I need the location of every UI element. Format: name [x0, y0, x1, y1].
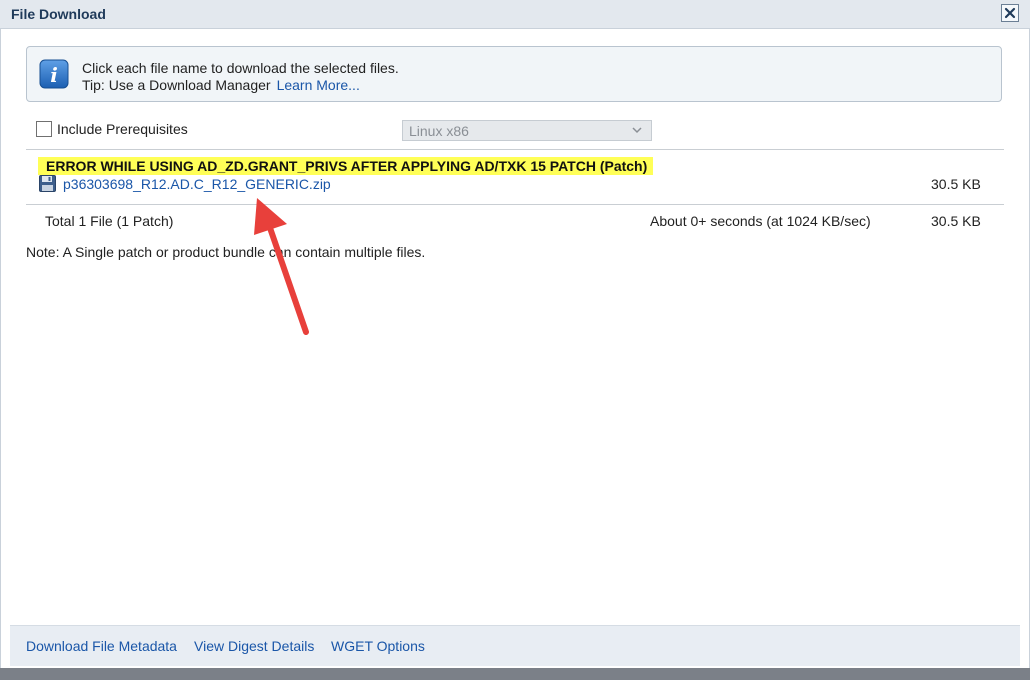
- info-box: i Click each file name to download the s…: [26, 46, 1002, 102]
- wget-options-link[interactable]: WGET Options: [331, 638, 425, 654]
- total-files: Total 1 File (1 Patch): [45, 213, 174, 229]
- title-bar: File Download: [0, 0, 1030, 29]
- learn-more-link[interactable]: Learn More...: [277, 77, 360, 93]
- close-icon: [1004, 7, 1016, 19]
- view-digest-details-link[interactable]: View Digest Details: [194, 638, 314, 654]
- divider-middle: [26, 204, 1004, 205]
- info-instruction: Click each file name to download the sel…: [82, 60, 399, 76]
- include-prerequisites[interactable]: Include Prerequisites: [36, 121, 188, 137]
- total-size: 30.5 KB: [931, 213, 981, 229]
- platform-selected-value: Linux x86: [409, 123, 469, 139]
- info-icon: i: [39, 59, 69, 89]
- window-bottom-edge: [0, 668, 1030, 680]
- info-tip: Tip: Use a Download Manager Learn More...: [82, 77, 360, 93]
- file-download-link[interactable]: p36303698_R12.AD.C_R12_GENERIC.zip: [63, 176, 331, 192]
- download-estimate: About 0+ seconds (at 1024 KB/sec): [650, 213, 871, 229]
- close-button[interactable]: [1001, 4, 1019, 22]
- footer-bar: Download File Metadata View Digest Detai…: [10, 625, 1020, 666]
- include-prerequisites-checkbox[interactable]: [36, 121, 52, 137]
- download-file-metadata-link[interactable]: Download File Metadata: [26, 638, 177, 654]
- chevron-down-icon: [632, 127, 642, 134]
- red-arrow-icon: [254, 198, 309, 335]
- divider-top: [26, 149, 1004, 150]
- platform-select[interactable]: Linux x86: [402, 120, 652, 141]
- include-prerequisites-label: Include Prerequisites: [57, 121, 188, 137]
- svg-text:i: i: [50, 63, 58, 87]
- patch-title: ERROR WHILE USING AD_ZD.GRANT_PRIVS AFTE…: [38, 157, 654, 175]
- file-size: 30.5 KB: [931, 176, 981, 192]
- tip-text: Tip: Use a Download Manager: [82, 77, 271, 93]
- window-title: File Download: [11, 6, 106, 22]
- note-text: Note: A Single patch or product bundle c…: [26, 244, 426, 260]
- floppy-disk-icon: [39, 175, 56, 192]
